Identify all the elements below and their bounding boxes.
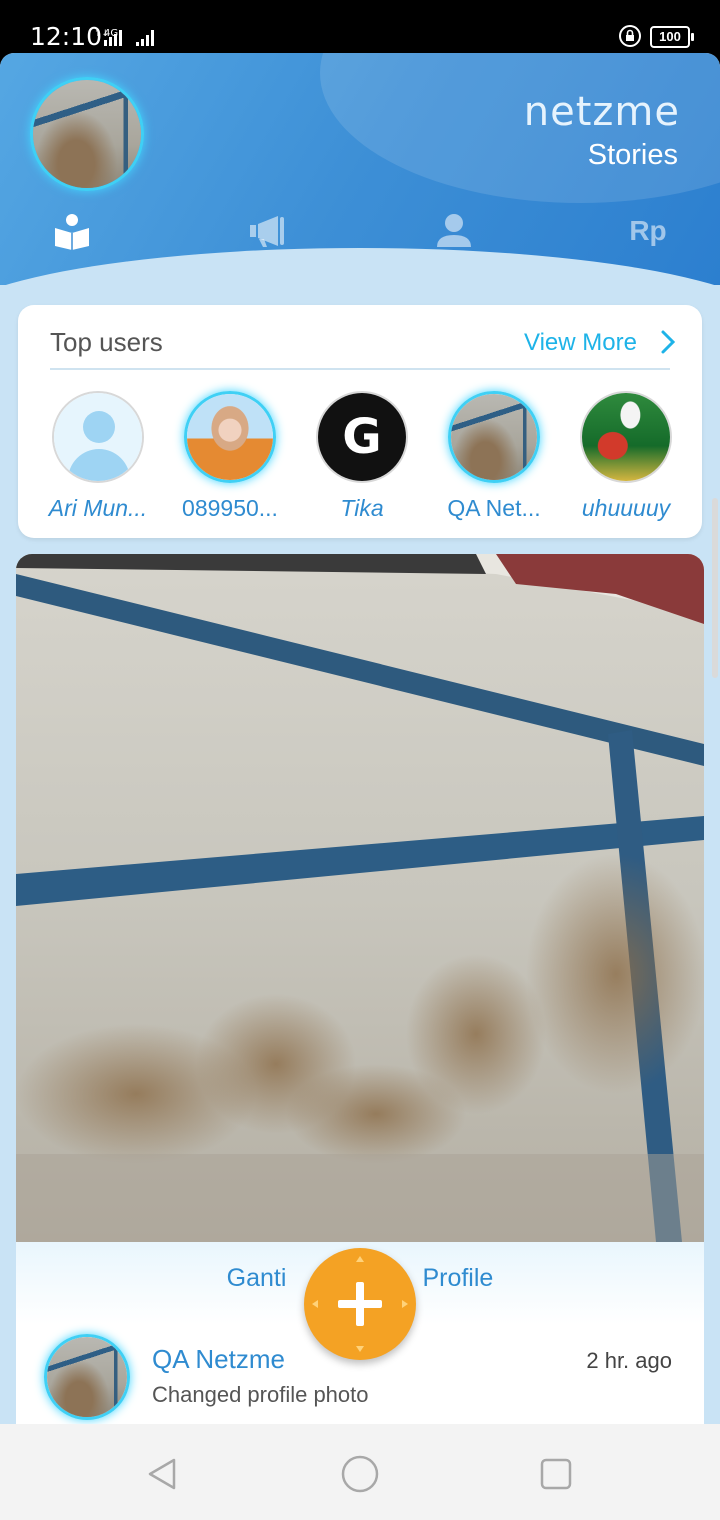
- letter-avatar: G: [318, 393, 406, 481]
- battery-icon: 100: [650, 26, 694, 48]
- post-description: Changed profile photo: [152, 1382, 369, 1407]
- divider: [50, 368, 670, 370]
- header-curve: [0, 248, 720, 285]
- top-user-name: Tika: [340, 495, 384, 521]
- back-triangle-icon: [148, 1458, 176, 1490]
- top-user-name: 089950...: [182, 495, 278, 521]
- avatar: [448, 391, 540, 483]
- post-author-avatar[interactable]: [44, 1334, 130, 1420]
- top-user-name: Ari Mun...: [48, 495, 148, 521]
- chevron-right-icon[interactable]: [658, 329, 678, 355]
- signal-icon: ↑↓ 4G: [94, 28, 154, 46]
- book-reader-icon: [55, 214, 89, 250]
- page-title: Stories: [587, 139, 678, 171]
- default-user-icon: [54, 393, 142, 481]
- add-story-button[interactable]: [304, 1248, 416, 1360]
- person-icon: [437, 214, 471, 247]
- recents-square-icon: [540, 1458, 572, 1490]
- top-user-item[interactable]: Ari Mun...: [43, 391, 153, 522]
- app-screen: netzme Stories Rp Top users View More Ar…: [0, 53, 720, 1424]
- top-users-card: Top users View More Ari Mun... 089950...…: [18, 305, 702, 538]
- post-author-name[interactable]: QA Netzme: [152, 1344, 285, 1375]
- wall-photo: [16, 554, 704, 1242]
- profile-avatar[interactable]: [30, 77, 144, 191]
- home-button[interactable]: [338, 1452, 382, 1496]
- top-user-item[interactable]: QA Net...: [439, 391, 549, 522]
- top-users-title: Top users: [50, 327, 163, 357]
- top-user-name: QA Net...: [447, 495, 541, 521]
- avatar: [52, 391, 144, 483]
- top-user-item[interactable]: uhuuuuy: [571, 391, 681, 522]
- home-circle-icon: [341, 1455, 379, 1493]
- recents-button[interactable]: [534, 1452, 578, 1496]
- story-photo[interactable]: [16, 554, 704, 1242]
- header: netzme Stories Rp: [0, 53, 720, 285]
- top-user-name: uhuuuuy: [581, 495, 671, 521]
- top-user-item[interactable]: 089950...: [175, 391, 285, 522]
- megaphone-icon: [250, 216, 284, 247]
- back-button[interactable]: [142, 1452, 186, 1496]
- avatar: G: [316, 391, 408, 483]
- top-user-item[interactable]: G Tika: [307, 391, 417, 522]
- status-bar: 12:10 ↑↓ 4G 100: [0, 0, 720, 58]
- plus-icon: [312, 1256, 408, 1352]
- post-timestamp: 2 hr. ago: [586, 1348, 672, 1373]
- brand-logo: netzme: [523, 89, 680, 135]
- scrollbar[interactable]: [712, 498, 718, 678]
- tab-stories[interactable]: [42, 203, 102, 259]
- avatar: [580, 391, 672, 483]
- avatar: [184, 391, 276, 483]
- rotation-lock-icon: [619, 25, 641, 47]
- rupiah-icon: Rp: [629, 215, 667, 246]
- tab-payment[interactable]: Rp: [618, 203, 678, 259]
- view-more-link[interactable]: View More: [524, 329, 637, 357]
- system-nav-bar: [0, 1424, 720, 1520]
